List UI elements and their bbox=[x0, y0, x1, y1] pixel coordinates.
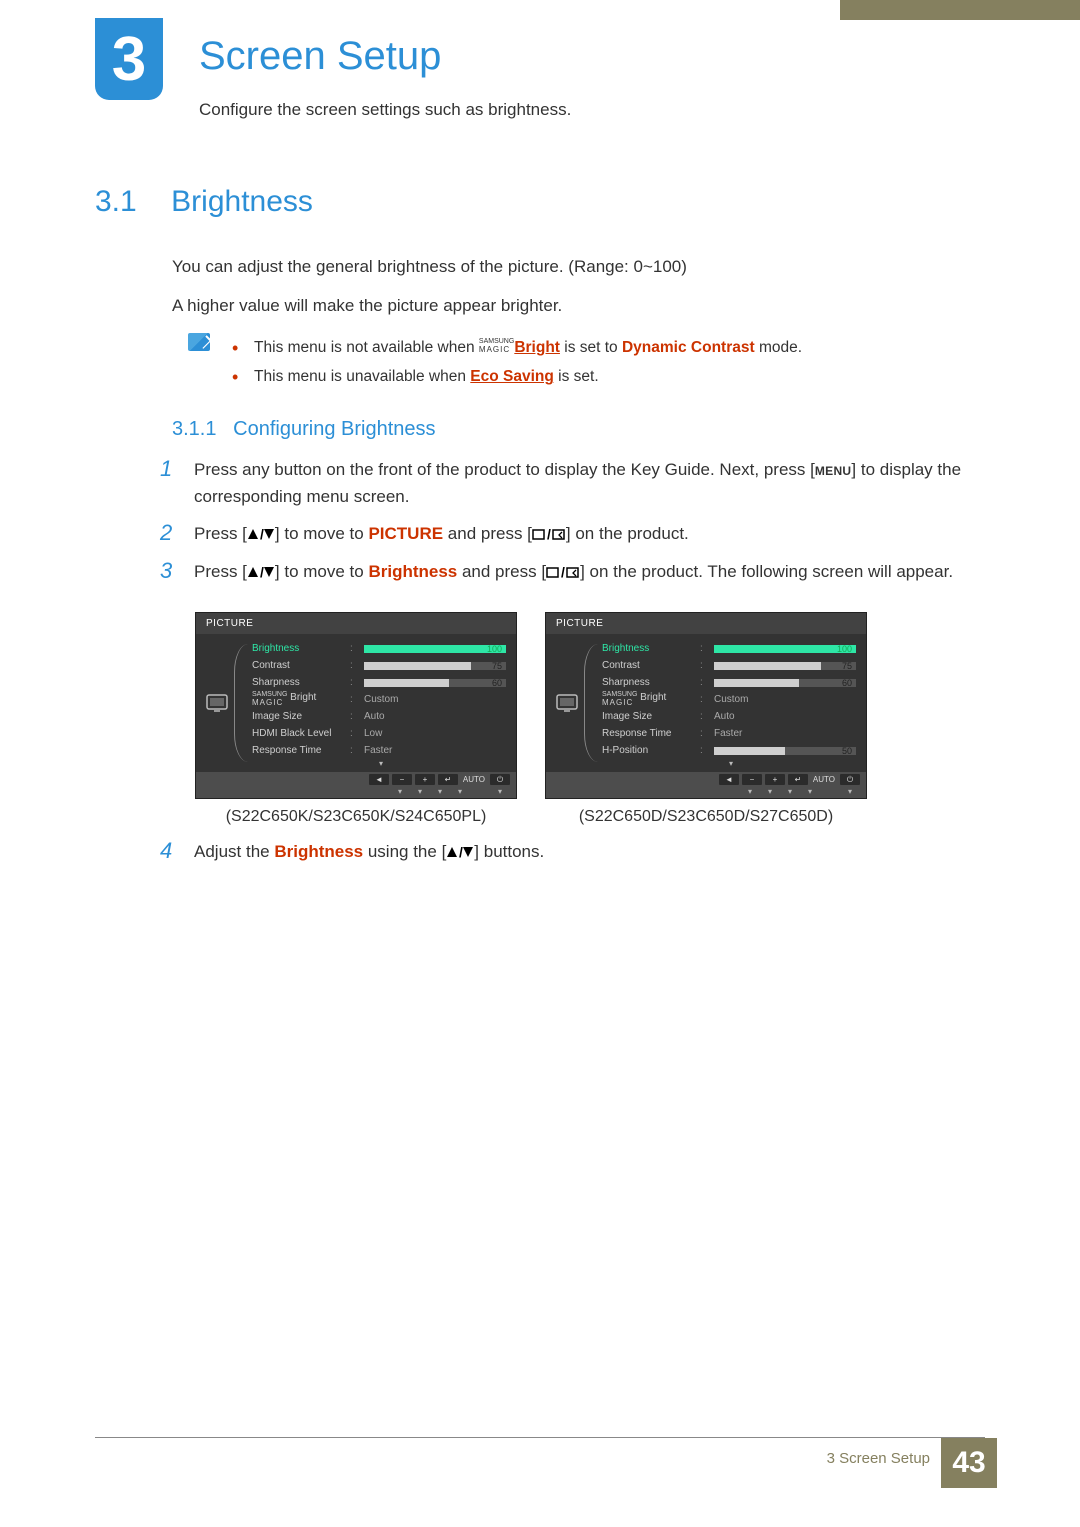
osd-power-icon: ⏻ bbox=[490, 774, 510, 785]
note-item: • This menu is unavailable when Eco Savi… bbox=[232, 362, 985, 391]
osd-category-icon bbox=[546, 634, 588, 772]
osd-enter-icon: ↵ bbox=[788, 774, 808, 785]
svg-text:/: / bbox=[561, 566, 565, 579]
osd-menu-item: Sharpness:60 bbox=[252, 674, 510, 691]
osd-menu-list: Brightness:100Contrast:75Sharpness:60SAM… bbox=[238, 634, 516, 772]
link-magic-bright[interactable]: Bright bbox=[514, 339, 560, 356]
step-number: 4 bbox=[160, 838, 194, 865]
rect-enter-icon: / bbox=[546, 566, 580, 579]
osd-footer: ◄ − + ↵ AUTO ⏻ bbox=[546, 772, 866, 787]
osd-menu-item: Sharpness:60 bbox=[602, 674, 860, 691]
brightness-label: Brightness bbox=[368, 562, 457, 581]
osd-menu-item: Image Size:Auto bbox=[602, 708, 860, 725]
step-number: 2 bbox=[160, 520, 194, 547]
footer-rule bbox=[95, 1437, 985, 1438]
subsection-title: Configuring Brightness bbox=[233, 418, 435, 440]
section-title: Brightness bbox=[171, 185, 313, 219]
svg-text:/: / bbox=[547, 528, 551, 541]
header-stripe bbox=[840, 0, 1080, 20]
osd-plus-icon: + bbox=[765, 774, 785, 785]
osd-footer: ◄ − + ↵ AUTO ⏻ bbox=[196, 772, 516, 787]
steps-list: 1 Press any button on the front of the p… bbox=[160, 456, 985, 595]
chapter-subtitle: Configure the screen settings such as br… bbox=[199, 100, 571, 120]
osd-menu-item: Response Time:Faster bbox=[602, 725, 860, 742]
subsection-heading: 3.1.1 Configuring Brightness bbox=[172, 418, 436, 441]
svg-text:/: / bbox=[459, 846, 463, 859]
rect-enter-icon: / bbox=[532, 528, 566, 541]
osd-auto-label: AUTO bbox=[813, 775, 835, 784]
osd-captions: (S22C650K/S23C650K/S24C650PL) (S22C650D/… bbox=[195, 808, 867, 826]
osd-header: PICTURE bbox=[196, 613, 516, 634]
menu-button-label: MENU bbox=[815, 464, 852, 478]
dynamic-contrast-label: Dynamic Contrast bbox=[622, 339, 755, 356]
osd-nav-left-icon: ◄ bbox=[369, 774, 389, 785]
osd-menu-item: Response Time:Faster bbox=[252, 742, 510, 759]
paragraph: You can adjust the general brightness of… bbox=[172, 254, 985, 280]
section-heading: 3.1 Brightness bbox=[95, 185, 313, 219]
up-down-arrow-icon: / bbox=[446, 846, 474, 859]
step: 4 Adjust the Brightness using the [/] bu… bbox=[160, 838, 985, 865]
page-number: 43 bbox=[941, 1438, 997, 1488]
osd-header: PICTURE bbox=[546, 613, 866, 634]
section-number: 3.1 bbox=[95, 185, 137, 219]
step-body: Press [/] to move to PICTURE and press [… bbox=[194, 520, 689, 547]
osd-caption-right: (S22C650D/S23C650D/S27C650D) bbox=[545, 808, 867, 826]
note-item: • This menu is not available when SAMSUN… bbox=[232, 333, 985, 362]
osd-power-icon: ⏻ bbox=[840, 774, 860, 785]
link-eco-saving[interactable]: Eco Saving bbox=[470, 368, 554, 385]
chapter-title: Screen Setup bbox=[199, 34, 441, 79]
osd-menu-item: Contrast:75 bbox=[602, 657, 860, 674]
note-text: This menu is not available when bbox=[254, 339, 479, 356]
bullet-icon: • bbox=[232, 371, 250, 383]
osd-menu-item: Brightness:100 bbox=[252, 640, 510, 657]
osd-auto-label: AUTO bbox=[463, 775, 485, 784]
osd-panel-left: PICTURE Brightness:100Contrast:75Sharpne… bbox=[195, 612, 517, 799]
osd-plus-icon: + bbox=[415, 774, 435, 785]
subsection-number: 3.1.1 bbox=[172, 418, 216, 440]
footer-text: 3 Screen Setup bbox=[827, 1450, 930, 1467]
step-body: Adjust the Brightness using the [/] butt… bbox=[194, 838, 544, 865]
brightness-label: Brightness bbox=[274, 842, 363, 861]
step-number: 3 bbox=[160, 558, 194, 585]
osd-menu-item: Brightness:100 bbox=[602, 640, 860, 657]
osd-menu-item: Contrast:75 bbox=[252, 657, 510, 674]
osd-menu-item: Image Size:Auto bbox=[252, 708, 510, 725]
step: 2 Press [/] to move to PICTURE and press… bbox=[160, 520, 985, 547]
step: 3 Press [/] to move to Brightness and pr… bbox=[160, 558, 985, 585]
bullet-icon: • bbox=[232, 342, 250, 354]
up-down-arrow-icon: / bbox=[247, 528, 275, 541]
chapter-badge: 3 bbox=[95, 18, 163, 100]
step-number: 1 bbox=[160, 456, 194, 510]
osd-caption-left: (S22C650K/S23C650K/S24C650PL) bbox=[195, 808, 517, 826]
osd-minus-icon: − bbox=[742, 774, 762, 785]
svg-text:/: / bbox=[260, 528, 264, 541]
osd-screenshots: PICTURE Brightness:100Contrast:75Sharpne… bbox=[195, 612, 867, 799]
note-icon bbox=[188, 333, 210, 356]
samsung-magic-label: SAMSUNGMAGIC bbox=[479, 338, 514, 354]
note-list: • This menu is not available when SAMSUN… bbox=[232, 333, 985, 392]
step-body: Press any button on the front of the pro… bbox=[194, 456, 985, 510]
svg-text:/: / bbox=[260, 566, 264, 579]
osd-minus-icon: − bbox=[392, 774, 412, 785]
osd-category-icon bbox=[196, 634, 238, 772]
paragraph: A higher value will make the picture app… bbox=[172, 293, 985, 319]
picture-label: PICTURE bbox=[368, 524, 443, 543]
osd-nav-left-icon: ◄ bbox=[719, 774, 739, 785]
note-text: This menu is unavailable when bbox=[254, 368, 470, 385]
osd-menu-item: SAMSUNGMAGIC Bright:Custom bbox=[602, 691, 860, 708]
osd-enter-icon: ↵ bbox=[438, 774, 458, 785]
osd-menu-item: SAMSUNGMAGIC Bright:Custom bbox=[252, 691, 510, 708]
step: 1 Press any button on the front of the p… bbox=[160, 456, 985, 510]
up-down-arrow-icon: / bbox=[247, 566, 275, 579]
osd-panel-right: PICTURE Brightness:100Contrast:75Sharpne… bbox=[545, 612, 867, 799]
osd-menu-item: H-Position:50 bbox=[602, 742, 860, 759]
osd-menu-item: HDMI Black Level:Low bbox=[252, 725, 510, 742]
step-body: Press [/] to move to Brightness and pres… bbox=[194, 558, 953, 585]
osd-menu-list: Brightness:100Contrast:75Sharpness:60SAM… bbox=[588, 634, 866, 772]
